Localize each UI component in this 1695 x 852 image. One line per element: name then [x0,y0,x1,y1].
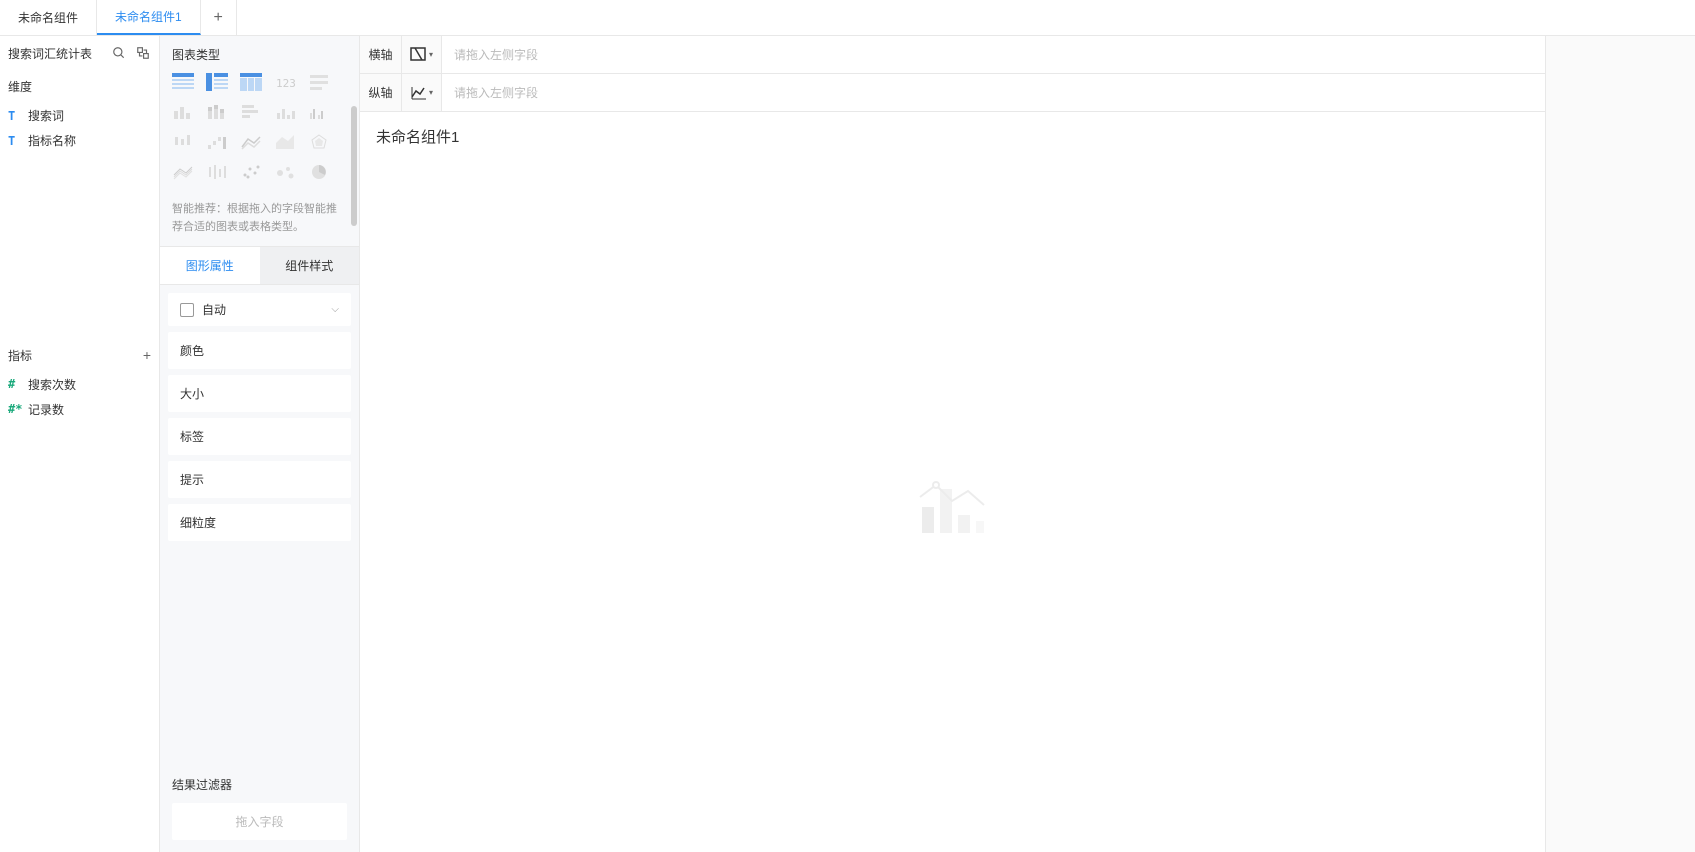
prop-label[interactable]: 标签 [168,418,351,455]
field-label: 指标名称 [28,132,76,149]
chart-type-column-compare[interactable] [306,101,332,123]
chart-type-detail-table[interactable] [238,71,264,93]
chart-type-multi-line[interactable] [170,161,196,183]
tab-component-1[interactable]: 未命名组件1 [97,0,201,35]
measure-field[interactable]: # 搜索次数 [0,372,159,397]
prop-tooltip[interactable]: 提示 [168,461,351,498]
datasource-title: 搜索词汇统计表 [8,45,92,62]
empty-chart-placeholder-icon [918,477,988,537]
chart-type-pie[interactable] [306,161,332,183]
chart-type-range-column[interactable] [170,131,196,153]
x-axis-label: 横轴 [360,36,402,73]
dimension-field[interactable]: T 指标名称 [0,128,159,153]
number-field-icon: #* [8,402,22,416]
chart-type-waterfall[interactable] [204,131,230,153]
x-axis-row: 横轴 ▾ 请拖入左侧字段 [360,36,1545,74]
field-panel: 搜索词汇统计表 维度 T 搜索词 T 指标名称 [0,36,160,852]
chart-type-bubble[interactable] [272,161,298,183]
dimension-section-header: 维度 [0,70,159,101]
chart-type-range-area[interactable] [204,161,230,183]
smart-recommend-text: 智能推荐：根据拖入的字段智能推荐合适的图表或表格类型。 [160,197,359,246]
right-spacer [1545,36,1695,852]
field-label: 记录数 [28,401,64,418]
x-axis-dropzone[interactable]: 请拖入左侧字段 [442,46,538,63]
add-measure-button[interactable]: + [143,347,151,363]
tab-component-style[interactable]: 组件样式 [260,247,360,284]
canvas-panel: 横轴 ▾ 请拖入左侧字段 纵轴 ▾ 请拖入左侧字段 未命名组件1 [360,36,1545,852]
filter-dropzone[interactable]: 拖入字段 [172,803,347,840]
prop-granularity[interactable]: 细粒度 [168,504,351,541]
number-field-icon: # [8,377,22,391]
prop-auto-select[interactable]: 自动 ⌵ [168,293,351,326]
chart-type-grid: 123 [160,71,359,197]
chart-type-header: 图表类型 [160,36,359,71]
chart-type-scatter[interactable] [238,161,264,183]
add-tab-button[interactable]: + [201,0,237,35]
chart-type-text[interactable] [306,71,332,93]
x-axis-type-selector[interactable]: ▾ [402,36,442,73]
chart-type-bar[interactable] [238,101,264,123]
measure-field[interactable]: #* 记录数 [0,397,159,422]
tab-label: 未命名组件1 [115,8,182,25]
tab-graphic-props[interactable]: 图形属性 [160,247,260,284]
chart-type-area[interactable] [272,131,298,153]
chart-type-cross-table[interactable] [204,71,230,93]
text-field-icon: T [8,134,22,148]
y-axis-row: 纵轴 ▾ 请拖入左侧字段 [360,74,1545,112]
dimension-field[interactable]: T 搜索词 [0,103,159,128]
chart-type-scrollbar[interactable] [351,106,357,226]
field-label: 搜索次数 [28,376,76,393]
chart-type-line[interactable] [238,131,264,153]
chart-type-column-small[interactable] [272,101,298,123]
prop-size[interactable]: 大小 [168,375,351,412]
switch-datasource-icon[interactable] [135,45,151,61]
filter-header: 结果过滤器 [172,776,347,793]
search-icon[interactable] [111,45,127,61]
chart-type-stacked-column[interactable] [204,101,230,123]
chart-type-kpi[interactable]: 123 [272,71,298,93]
chevron-down-icon: ⌵ [331,304,339,315]
canvas-title[interactable]: 未命名组件1 [360,112,1545,161]
top-tab-bar: 未命名组件 未命名组件1 + [0,0,1695,36]
config-panel: 图表类型 123 [160,36,360,852]
tab-component-0[interactable]: 未命名组件 [0,0,97,35]
svg-text:123: 123 [276,77,296,90]
prop-color[interactable]: 颜色 [168,332,351,369]
chart-type-column[interactable] [170,101,196,123]
y-axis-dropzone[interactable]: 请拖入左侧字段 [442,84,538,101]
tab-label: 未命名组件 [18,9,78,26]
text-field-icon: T [8,109,22,123]
chart-type-group-table[interactable] [170,71,196,93]
measure-section-header: 指标 + [0,339,159,370]
y-axis-type-selector[interactable]: ▾ [402,74,442,111]
y-axis-label: 纵轴 [360,74,402,111]
chart-type-radar[interactable] [306,131,332,153]
square-icon [180,303,194,317]
field-label: 搜索词 [28,107,64,124]
